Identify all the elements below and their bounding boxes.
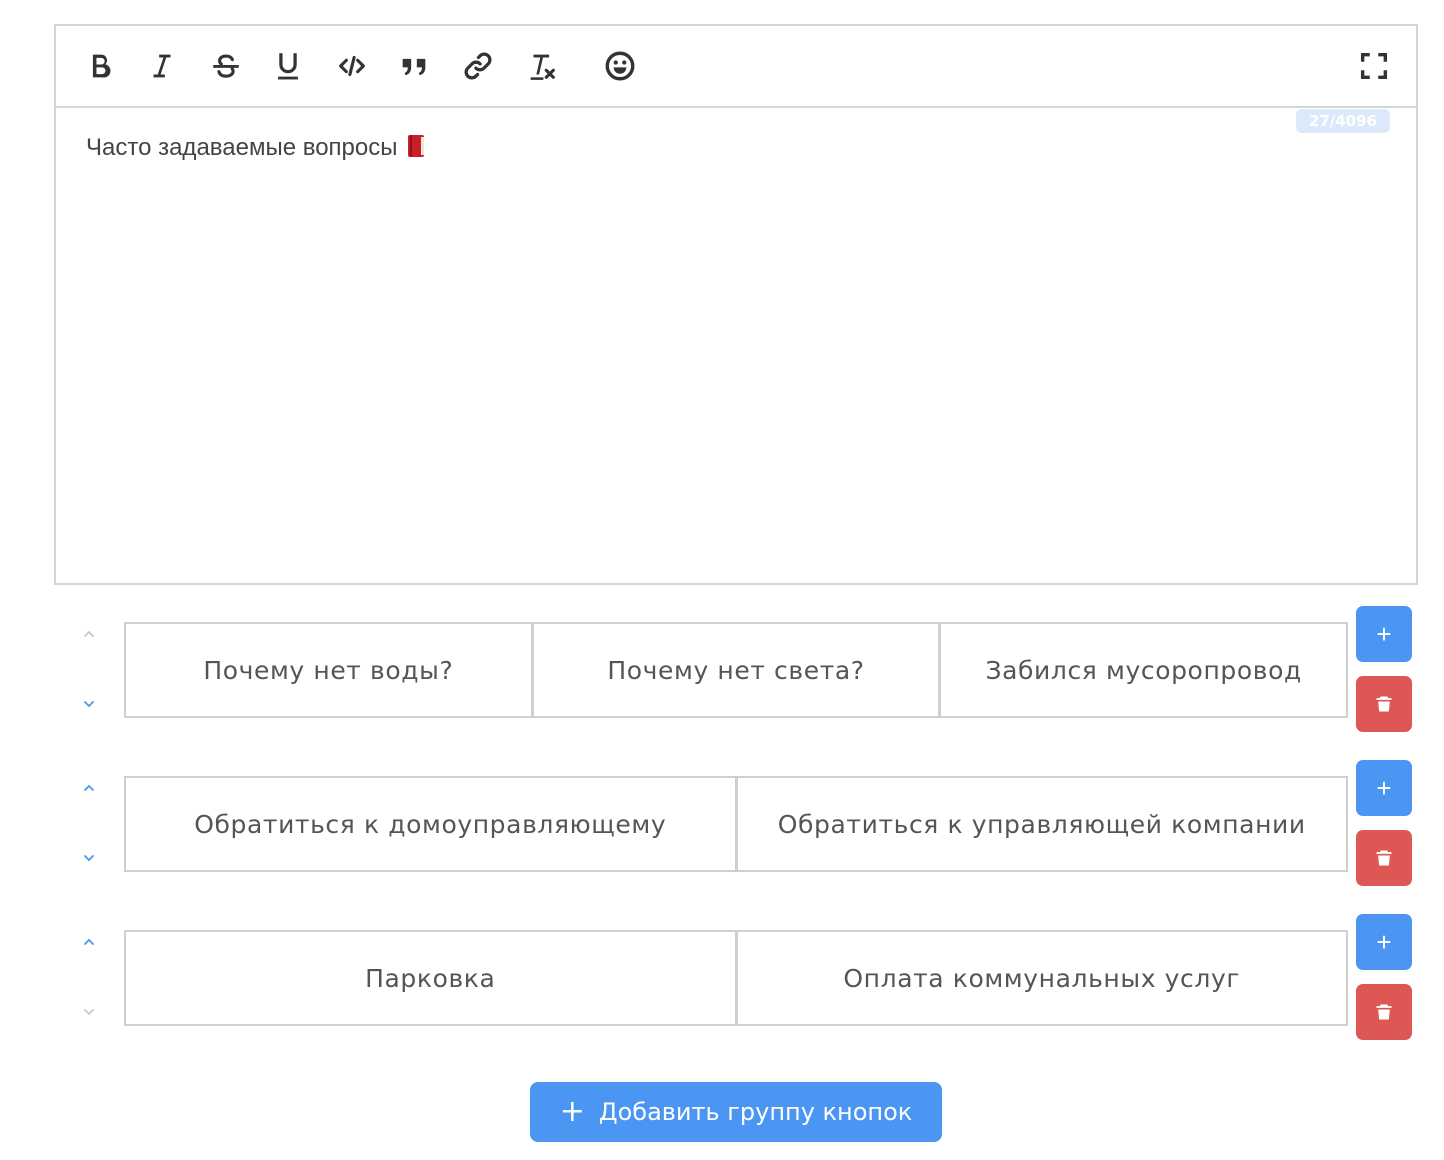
bold-icon bbox=[92, 54, 111, 78]
move-up-button[interactable] bbox=[78, 931, 100, 953]
fullscreen-button[interactable] bbox=[1354, 46, 1394, 86]
emoji-button[interactable] bbox=[600, 46, 640, 86]
italic-icon bbox=[153, 54, 171, 78]
editor-text-area[interactable]: Часто задаваемые вопросы bbox=[86, 134, 1386, 162]
chevron-up-icon bbox=[84, 938, 94, 945]
book-icon bbox=[406, 134, 426, 158]
quote-button[interactable] bbox=[394, 46, 434, 86]
add-button[interactable]: + bbox=[1356, 914, 1412, 970]
keyboard-button[interactable]: Почему нет воды? bbox=[126, 624, 534, 716]
editor-text: Часто задаваемые вопросы bbox=[86, 134, 398, 161]
underline-button[interactable] bbox=[268, 46, 308, 86]
trash-icon bbox=[1376, 850, 1392, 866]
code-button[interactable] bbox=[332, 46, 372, 86]
clear-format-icon bbox=[530, 54, 555, 80]
emoji-icon bbox=[605, 51, 635, 81]
chevron-down-icon bbox=[84, 701, 94, 708]
keyboard-button[interactable]: Почему нет света? bbox=[534, 624, 942, 716]
keyboard-button-group: Почему нет воды? Почему нет света? Забил… bbox=[124, 622, 1348, 718]
italic-button[interactable] bbox=[142, 46, 182, 86]
keyboard-button[interactable]: Обратиться к домоуправляющему bbox=[126, 778, 738, 870]
plus-icon: + bbox=[559, 1094, 585, 1129]
quote-icon bbox=[402, 58, 426, 76]
keyboard-button-group: Парковка Оплата коммунальных услуг bbox=[124, 930, 1348, 1026]
bold-button[interactable] bbox=[80, 46, 120, 86]
add-button-group-label: Добавить группу кнопок bbox=[598, 1098, 913, 1126]
link-button[interactable] bbox=[458, 46, 498, 86]
button-group-row: Парковка Оплата коммунальных услуг + bbox=[54, 914, 1418, 1050]
strikethrough-icon bbox=[213, 54, 239, 78]
message-editor: 27/4096 Часто задаваемые вопросы bbox=[54, 24, 1418, 585]
character-counter: 27/4096 bbox=[1295, 109, 1390, 133]
underline-icon bbox=[278, 53, 298, 80]
move-down-button[interactable] bbox=[78, 847, 100, 869]
keyboard-button[interactable]: Оплата коммунальных услуг bbox=[738, 932, 1347, 1024]
keyboard-button[interactable]: Обратиться к управляющей компании bbox=[738, 778, 1347, 870]
add-button[interactable]: + bbox=[1356, 760, 1412, 816]
delete-button[interactable] bbox=[1356, 676, 1412, 732]
delete-button[interactable] bbox=[1356, 830, 1412, 886]
link-icon bbox=[464, 52, 492, 80]
keyboard-button[interactable]: Забился мусоропровод bbox=[941, 624, 1346, 716]
chevron-down-icon bbox=[84, 1009, 94, 1016]
button-group-row: Обратиться к домоуправляющему Обратиться… bbox=[54, 760, 1418, 896]
keyboard-button-group: Обратиться к домоуправляющему Обратиться… bbox=[124, 776, 1348, 872]
add-button-group-button[interactable]: + Добавить группу кнопок bbox=[530, 1082, 942, 1142]
move-up-button[interactable] bbox=[78, 777, 100, 799]
code-icon bbox=[339, 55, 365, 77]
chevron-down-icon bbox=[84, 855, 94, 862]
move-up-button[interactable] bbox=[78, 623, 100, 645]
move-down-button[interactable] bbox=[78, 693, 100, 715]
trash-icon bbox=[1376, 1004, 1392, 1020]
chevron-up-icon bbox=[84, 630, 94, 637]
chevron-up-icon bbox=[84, 784, 94, 791]
add-button[interactable]: + bbox=[1356, 606, 1412, 662]
clear-format-button[interactable] bbox=[522, 46, 562, 86]
button-group-row: Почему нет воды? Почему нет света? Забил… bbox=[54, 606, 1418, 742]
trash-icon bbox=[1376, 696, 1392, 712]
fullscreen-icon bbox=[1360, 52, 1388, 80]
delete-button[interactable] bbox=[1356, 984, 1412, 1040]
move-down-button[interactable] bbox=[78, 1001, 100, 1023]
strikethrough-button[interactable] bbox=[206, 46, 246, 86]
keyboard-button[interactable]: Парковка bbox=[126, 932, 738, 1024]
editor-toolbar bbox=[56, 26, 1416, 108]
